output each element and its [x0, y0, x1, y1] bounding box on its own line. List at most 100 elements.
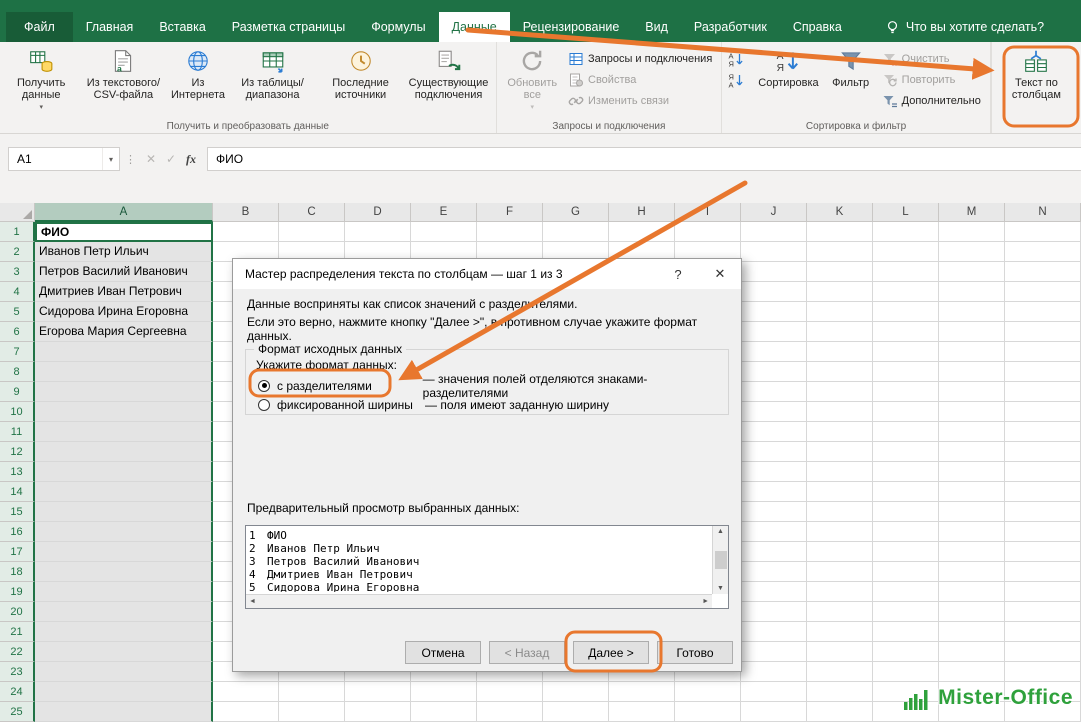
row-header-6[interactable]: 6: [0, 322, 35, 342]
cell-K24[interactable]: [807, 682, 873, 702]
cell-M22[interactable]: [939, 642, 1005, 662]
cell-J3[interactable]: [741, 262, 807, 282]
cell-L18[interactable]: [873, 562, 939, 582]
column-header-E[interactable]: E: [411, 203, 477, 222]
from-text-csv-button[interactable]: aИз текстового/ CSV-файла: [79, 45, 167, 101]
cell-D1[interactable]: [345, 222, 411, 242]
cell-M18[interactable]: [939, 562, 1005, 582]
tab-Данные[interactable]: Данные: [439, 12, 510, 42]
cell-N7[interactable]: [1005, 342, 1081, 362]
cell-N22[interactable]: [1005, 642, 1081, 662]
cell-L13[interactable]: [873, 462, 939, 482]
cell-E24[interactable]: [411, 682, 477, 702]
cell-L21[interactable]: [873, 622, 939, 642]
from-web-button[interactable]: Из Интернета: [167, 45, 228, 101]
cell-K14[interactable]: [807, 482, 873, 502]
cell-C25[interactable]: [279, 702, 345, 722]
row-header-7[interactable]: 7: [0, 342, 35, 362]
cell-E25[interactable]: [411, 702, 477, 722]
cell-J20[interactable]: [741, 602, 807, 622]
cell-K22[interactable]: [807, 642, 873, 662]
dialog-button-cancel[interactable]: Отмена: [405, 641, 481, 664]
cell-B24[interactable]: [213, 682, 279, 702]
cell-M11[interactable]: [939, 422, 1005, 442]
cell-J1[interactable]: [741, 222, 807, 242]
cell-J2[interactable]: [741, 242, 807, 262]
cell-M17[interactable]: [939, 542, 1005, 562]
cell-N21[interactable]: [1005, 622, 1081, 642]
column-header-L[interactable]: L: [873, 203, 939, 222]
cell-L3[interactable]: [873, 262, 939, 282]
cell-K21[interactable]: [807, 622, 873, 642]
dialog-button-finish[interactable]: Готово: [657, 641, 733, 664]
cell-L17[interactable]: [873, 542, 939, 562]
name-box[interactable]: A1 ▾: [8, 147, 120, 171]
cell-N5[interactable]: [1005, 302, 1081, 322]
cell-L8[interactable]: [873, 362, 939, 382]
row-header-13[interactable]: 13: [0, 462, 35, 482]
cell-L2[interactable]: [873, 242, 939, 262]
cell-K5[interactable]: [807, 302, 873, 322]
cell-K4[interactable]: [807, 282, 873, 302]
cell-L19[interactable]: [873, 582, 939, 602]
cell-K23[interactable]: [807, 662, 873, 682]
column-header-F[interactable]: F: [477, 203, 543, 222]
cell-A15[interactable]: [35, 502, 213, 522]
cell-J17[interactable]: [741, 542, 807, 562]
cell-N17[interactable]: [1005, 542, 1081, 562]
row-header-22[interactable]: 22: [0, 642, 35, 662]
cell-K11[interactable]: [807, 422, 873, 442]
cell-A7[interactable]: [35, 342, 213, 362]
cell-K1[interactable]: [807, 222, 873, 242]
cell-M13[interactable]: [939, 462, 1005, 482]
preview-vertical-scrollbar[interactable]: ▲ ▼: [712, 526, 728, 594]
tab-Рецензирование[interactable]: Рецензирование: [510, 12, 633, 42]
cell-M7[interactable]: [939, 342, 1005, 362]
cell-M19[interactable]: [939, 582, 1005, 602]
cell-I25[interactable]: [675, 702, 741, 722]
cell-M8[interactable]: [939, 362, 1005, 382]
cell-N14[interactable]: [1005, 482, 1081, 502]
row-header-8[interactable]: 8: [0, 362, 35, 382]
edit-links-button[interactable]: Изменить связи: [565, 90, 718, 111]
dialog-help-button[interactable]: ?: [657, 259, 699, 289]
cell-G25[interactable]: [543, 702, 609, 722]
scroll-up-icon[interactable]: ▲: [717, 528, 724, 535]
column-header-G[interactable]: G: [543, 203, 609, 222]
cell-A21[interactable]: [35, 622, 213, 642]
cell-H1[interactable]: [609, 222, 675, 242]
row-header-21[interactable]: 21: [0, 622, 35, 642]
cell-L15[interactable]: [873, 502, 939, 522]
row-header-16[interactable]: 16: [0, 522, 35, 542]
column-header-C[interactable]: C: [279, 203, 345, 222]
dialog-button-next[interactable]: Далее >: [573, 641, 649, 664]
cell-M21[interactable]: [939, 622, 1005, 642]
cell-M16[interactable]: [939, 522, 1005, 542]
cell-J11[interactable]: [741, 422, 807, 442]
queries-connections-button[interactable]: Запросы и подключения: [565, 48, 718, 69]
cell-J8[interactable]: [741, 362, 807, 382]
cell-J10[interactable]: [741, 402, 807, 422]
cell-N8[interactable]: [1005, 362, 1081, 382]
cell-M5[interactable]: [939, 302, 1005, 322]
reapply-filter-button[interactable]: Повторить: [879, 69, 987, 90]
tab-Справка[interactable]: Справка: [780, 12, 855, 42]
cell-D24[interactable]: [345, 682, 411, 702]
row-header-2[interactable]: 2: [0, 242, 35, 262]
cell-L20[interactable]: [873, 602, 939, 622]
cell-N15[interactable]: [1005, 502, 1081, 522]
existing-connections-button[interactable]: Существующие подключения: [405, 45, 493, 101]
refresh-all-button[interactable]: Обновить все▾: [500, 45, 565, 114]
cell-N12[interactable]: [1005, 442, 1081, 462]
cell-N6[interactable]: [1005, 322, 1081, 342]
cell-J24[interactable]: [741, 682, 807, 702]
cell-K19[interactable]: [807, 582, 873, 602]
cell-J9[interactable]: [741, 382, 807, 402]
cell-K25[interactable]: [807, 702, 873, 722]
sort-ascending-button[interactable]: АЯ: [725, 48, 754, 69]
dialog-titlebar[interactable]: Мастер распределения текста по столбцам …: [233, 259, 741, 289]
from-table-range-button[interactable]: Из таблицы/ диапазона: [229, 45, 317, 101]
tab-Главная[interactable]: Главная: [73, 12, 147, 42]
row-header-4[interactable]: 4: [0, 282, 35, 302]
cell-D25[interactable]: [345, 702, 411, 722]
